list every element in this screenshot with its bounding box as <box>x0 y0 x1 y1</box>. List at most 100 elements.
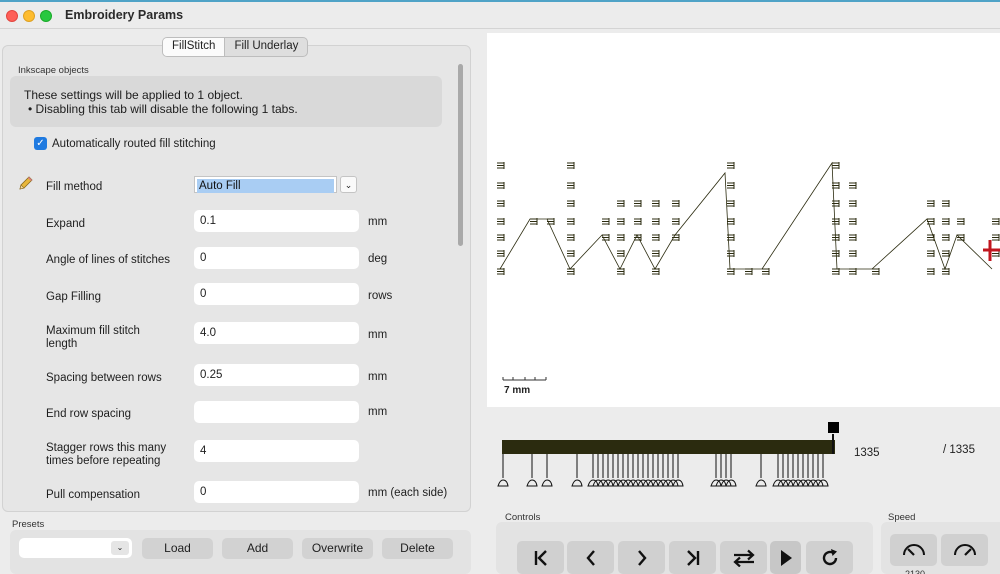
stitch-mark <box>497 162 505 169</box>
chevron-left-icon <box>585 549 595 566</box>
stitch-mark <box>567 162 575 169</box>
speedometer-slow-icon <box>902 544 925 556</box>
stitch-mark <box>849 250 857 257</box>
auto-route-checkbox[interactable]: ✓ <box>34 137 47 150</box>
restart-button[interactable] <box>806 541 853 574</box>
speedometer-fast-icon <box>953 544 976 556</box>
skip-start-icon <box>534 549 547 566</box>
stitch-timeline[interactable] <box>487 410 1000 500</box>
play-button[interactable] <box>770 541 801 574</box>
timeline-marker-icon <box>497 479 509 487</box>
stitch-mark <box>727 182 735 189</box>
param-tabs: FillStitch Fill Underlay <box>162 37 309 57</box>
stitch-mark <box>497 200 505 207</box>
end-row-spacing-unit: mm <box>368 406 388 418</box>
zoom-window-button[interactable] <box>40 10 52 22</box>
stitch-mark <box>497 250 505 257</box>
stitch-mark <box>672 234 680 241</box>
stagger-rows-input[interactable]: 4 <box>194 440 359 462</box>
stitch-mark <box>832 162 840 169</box>
stitch-mark <box>872 268 880 275</box>
jump-to-start-button[interactable] <box>517 541 564 574</box>
max-stitch-length-input[interactable]: 4.0 <box>194 322 359 344</box>
stitch-mark <box>602 218 610 225</box>
preset-chevron-down-icon[interactable]: ⌄ <box>111 541 129 555</box>
stitch-mark <box>617 250 625 257</box>
play-icon <box>780 549 792 566</box>
stitch-mark <box>942 234 950 241</box>
overwrite-button[interactable]: Overwrite <box>302 538 373 559</box>
stitch-mark <box>617 234 625 241</box>
stitch-mark <box>942 200 950 207</box>
row-spacing-unit: mm <box>368 371 388 383</box>
stitch-mark <box>567 200 575 207</box>
stitch-mark <box>942 250 950 257</box>
crosshair-icon <box>983 240 1000 261</box>
stitch-mark <box>727 250 735 257</box>
refresh-icon <box>822 548 837 565</box>
stagger-rows-label: Stagger rows this many times before repe… <box>46 442 167 467</box>
stitch-mark <box>652 268 660 275</box>
pull-compensation-label: Pull compensation <box>46 489 140 501</box>
jump-to-end-button[interactable] <box>669 541 716 574</box>
stitch-mark <box>992 218 1000 225</box>
stitch-mark <box>927 268 935 275</box>
fill-method-label: Fill method <box>46 181 103 193</box>
speed-up-button[interactable] <box>941 534 988 566</box>
tab-fillstitch[interactable]: FillStitch <box>163 38 226 56</box>
angle-unit: deg <box>368 253 388 265</box>
end-row-spacing-input[interactable] <box>194 401 359 423</box>
stitch-mark <box>567 234 575 241</box>
scale-bar <box>502 377 547 381</box>
step-forward-button[interactable] <box>618 541 665 574</box>
stitch-mark <box>567 182 575 189</box>
add-button[interactable]: Add <box>222 538 293 559</box>
stitch-preview[interactable]: 7 mm <box>487 33 1000 407</box>
pull-compensation-input[interactable]: 0 <box>194 481 359 503</box>
stitch-mark <box>849 200 857 207</box>
stitch-mark <box>617 268 625 275</box>
expand-input[interactable]: 0.1 <box>194 210 359 232</box>
stitch-mark <box>634 200 642 207</box>
fill-method-select[interactable]: Auto Fill <box>194 176 337 193</box>
tab-fill-underlay[interactable]: Fill Underlay <box>225 38 307 56</box>
stitch-mark <box>927 200 935 207</box>
stitch-mark <box>992 234 1000 241</box>
chevron-down-icon[interactable]: ⌄ <box>340 176 357 193</box>
stitch-mark <box>497 234 505 241</box>
stitch-mark <box>762 268 770 275</box>
stitch-mark <box>567 250 575 257</box>
direction-button[interactable] <box>720 541 767 574</box>
delete-button[interactable]: Delete <box>382 538 453 559</box>
timeline-slider-handle[interactable] <box>828 422 839 433</box>
timeline-marker-icon <box>571 479 583 487</box>
stitch-mark <box>832 250 840 257</box>
stitch-mark <box>652 200 660 207</box>
stitch-mark <box>957 218 965 225</box>
stitch-mark <box>652 218 660 225</box>
swap-arrows-icon <box>732 549 755 567</box>
stitch-mark <box>652 234 660 241</box>
slow-down-button[interactable] <box>890 534 937 566</box>
gap-filling-input[interactable]: 0 <box>194 283 359 305</box>
presets-label: Presets <box>12 519 45 530</box>
stitch-mark <box>652 250 660 257</box>
params-scrollbar[interactable] <box>457 62 465 512</box>
scrollbar-thumb[interactable] <box>458 64 463 246</box>
step-backward-button[interactable] <box>567 541 614 574</box>
close-window-button[interactable] <box>6 10 18 22</box>
timeline-marker-icon <box>755 479 767 487</box>
timeline-canvas <box>497 422 839 487</box>
stitch-mark <box>942 268 950 275</box>
timeline-marker-icon <box>526 479 538 487</box>
fill-method-value: Auto Fill <box>197 179 334 193</box>
stitch-mark <box>617 218 625 225</box>
load-button[interactable]: Load <box>142 538 213 559</box>
pull-compensation-unit: mm (each side) <box>368 487 448 499</box>
row-spacing-input[interactable]: 0.25 <box>194 364 359 386</box>
minimize-window-button[interactable] <box>23 10 35 22</box>
angle-input[interactable]: 0 <box>194 247 359 269</box>
chevron-right-icon <box>637 549 647 566</box>
window-title: Embroidery Params <box>65 8 184 22</box>
stitch-mark <box>617 200 625 207</box>
